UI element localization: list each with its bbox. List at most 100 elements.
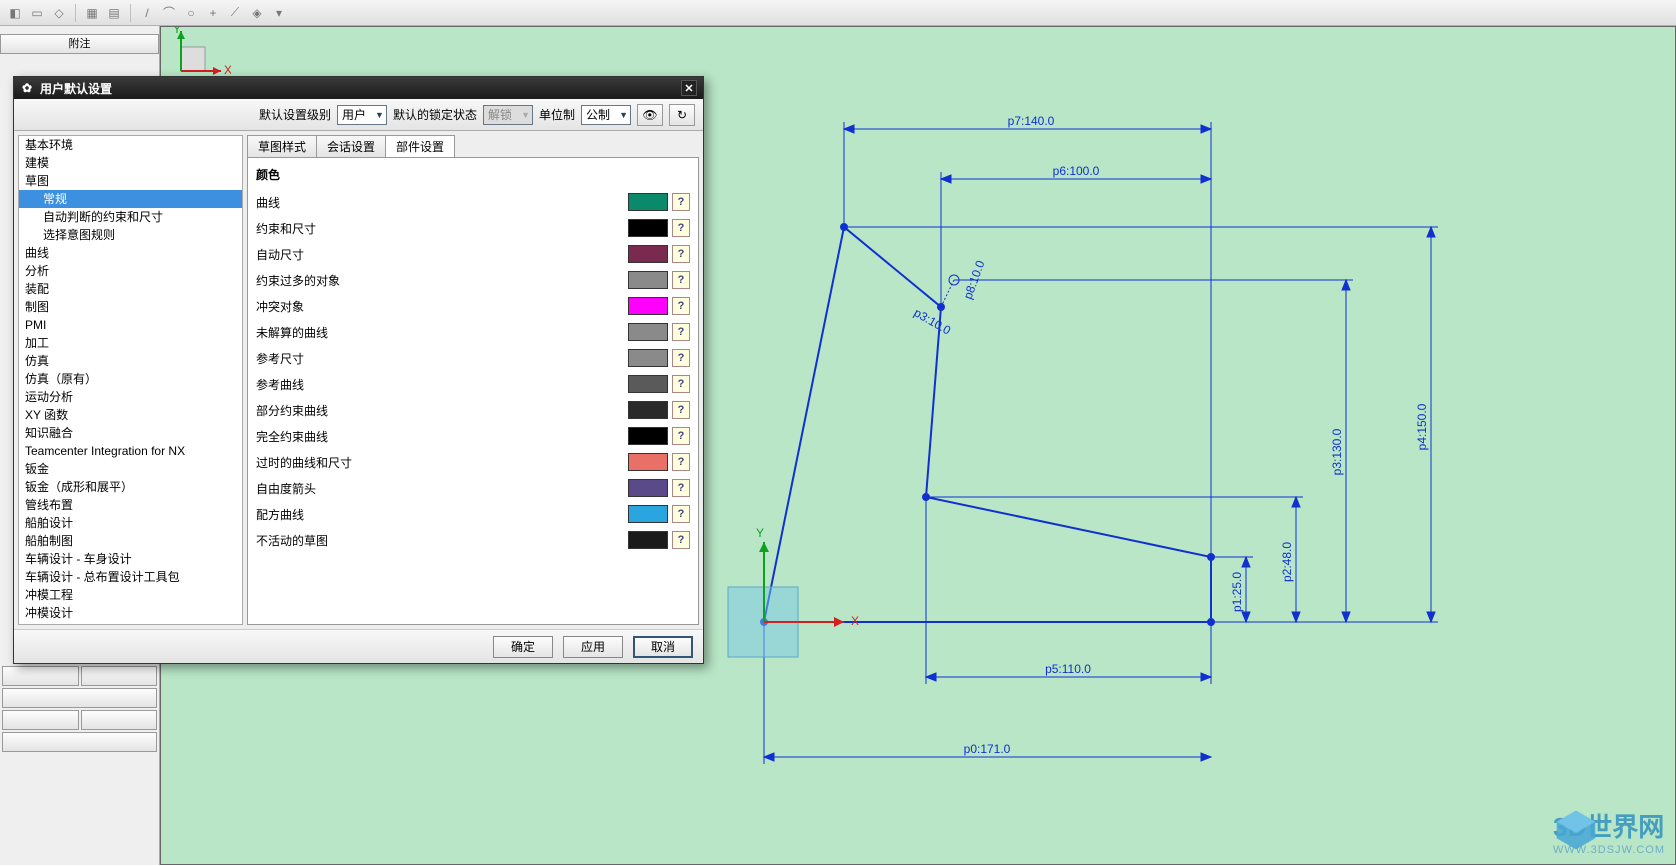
color-swatch[interactable] xyxy=(628,271,668,289)
tree-node[interactable]: 选择意图规则 xyxy=(19,226,242,244)
ok-button[interactable]: 确定 xyxy=(493,636,553,658)
help-icon[interactable]: ? xyxy=(672,531,690,549)
tree-node[interactable]: 冲模工程 xyxy=(19,586,242,604)
dim-p4: p4:150.0 xyxy=(1415,403,1429,450)
tree-node[interactable]: 管线布置 xyxy=(19,496,242,514)
toolbar-icon[interactable]: ◇ xyxy=(50,4,68,22)
help-icon[interactable]: ? xyxy=(672,375,690,393)
color-row: 冲突对象? xyxy=(256,293,690,319)
tree-node[interactable]: 基本环境 xyxy=(19,136,242,154)
settings-tab[interactable]: 草图样式 xyxy=(247,135,317,157)
panel-btn[interactable] xyxy=(2,710,79,730)
tree-node[interactable]: 船舶设计 xyxy=(19,514,242,532)
tree-node[interactable]: 仿真（原有） xyxy=(19,370,242,388)
level-select[interactable]: 用户 xyxy=(337,105,387,125)
color-swatch[interactable] xyxy=(628,245,668,263)
tree-node[interactable]: 钣金（成形和展平） xyxy=(19,478,242,496)
color-swatch[interactable] xyxy=(628,323,668,341)
help-icon[interactable]: ? xyxy=(672,219,690,237)
tree-node[interactable]: Teamcenter Integration for NX xyxy=(19,442,242,460)
color-swatch[interactable] xyxy=(628,401,668,419)
toolbar-icon[interactable]: ▦ xyxy=(83,4,101,22)
color-row: 约束和尺寸? xyxy=(256,215,690,241)
toolbar-icon[interactable]: ▾ xyxy=(270,4,288,22)
color-swatch[interactable] xyxy=(628,453,668,471)
tree-node[interactable]: 曲线 xyxy=(19,244,242,262)
color-swatch[interactable] xyxy=(628,505,668,523)
apply-button[interactable]: 应用 xyxy=(563,636,623,658)
tree-node[interactable]: 仿真 xyxy=(19,352,242,370)
toolbar-icon[interactable]: ○ xyxy=(182,4,200,22)
color-swatch[interactable] xyxy=(628,349,668,367)
toolbar-icon[interactable]: ◈ xyxy=(248,4,266,22)
category-tree[interactable]: 基本环境建模草图常规自动判断的约束和尺寸选择意图规则曲线分析装配制图PMI加工仿… xyxy=(18,135,243,625)
svg-text:Y: Y xyxy=(173,27,181,36)
help-icon[interactable]: ? xyxy=(672,349,690,367)
color-swatch[interactable] xyxy=(628,531,668,549)
color-label: 约束过多的对象 xyxy=(256,272,628,289)
tree-node[interactable]: 草图 xyxy=(19,172,242,190)
tree-node[interactable]: 加工 xyxy=(19,334,242,352)
tree-node[interactable]: 制图 xyxy=(19,298,242,316)
resource-tab[interactable]: 附注 xyxy=(0,34,159,54)
help-icon[interactable]: ? xyxy=(672,479,690,497)
toolbar-icon[interactable]: ▤ xyxy=(105,4,123,22)
tree-node[interactable]: 运动分析 xyxy=(19,388,242,406)
help-icon[interactable]: ? xyxy=(672,193,690,211)
help-icon[interactable]: ? xyxy=(672,245,690,263)
unit-select[interactable]: 公制 xyxy=(581,105,631,125)
color-swatch[interactable] xyxy=(628,375,668,393)
help-icon[interactable]: ? xyxy=(672,505,690,523)
dialog-titlebar[interactable]: ✿ 用户默认设置 ✕ xyxy=(14,77,703,99)
panel-btn[interactable] xyxy=(81,666,158,686)
close-icon[interactable]: ✕ xyxy=(681,80,697,96)
tree-node[interactable]: XY 函数 xyxy=(19,406,242,424)
toolbar-icon[interactable]: ⌒ xyxy=(160,4,178,22)
color-swatch[interactable] xyxy=(628,479,668,497)
help-icon[interactable]: ? xyxy=(672,453,690,471)
tree-node[interactable]: 车辆设计 - 车身设计 xyxy=(19,550,242,568)
toolbar-icon-btn[interactable]: ↻ xyxy=(669,104,695,126)
dialog-toolbar: 默认设置级别 用户 默认的锁定状态 解锁 单位制 公制 👁 ↻ xyxy=(14,99,703,131)
panel-btn[interactable] xyxy=(2,732,157,752)
tree-node[interactable]: 知识融合 xyxy=(19,424,242,442)
user-defaults-dialog: ✿ 用户默认设置 ✕ 默认设置级别 用户 默认的锁定状态 解锁 单位制 公制 👁… xyxy=(13,76,704,664)
help-icon[interactable]: ? xyxy=(672,297,690,315)
tree-node[interactable]: 自动判断的约束和尺寸 xyxy=(19,208,242,226)
dialog-footer: 确定 应用 取消 xyxy=(14,629,703,663)
color-swatch[interactable] xyxy=(628,427,668,445)
toolbar-icon-btn[interactable]: 👁 xyxy=(637,104,663,126)
toolbar-icon[interactable]: / xyxy=(138,4,156,22)
tree-node[interactable]: 冲模设计 xyxy=(19,604,242,622)
tree-node[interactable]: PMI xyxy=(19,316,242,334)
tree-node[interactable]: 车辆设计 - 总布置设计工具包 xyxy=(19,568,242,586)
toolbar-icon[interactable]: ◧ xyxy=(6,4,24,22)
help-icon[interactable]: ? xyxy=(672,271,690,289)
help-icon[interactable]: ? xyxy=(672,323,690,341)
color-swatch[interactable] xyxy=(628,219,668,237)
tree-node[interactable]: 建模 xyxy=(19,154,242,172)
tree-node[interactable]: 装配 xyxy=(19,280,242,298)
settings-tab[interactable]: 会话设置 xyxy=(316,135,386,157)
color-swatch[interactable] xyxy=(628,193,668,211)
help-icon[interactable]: ? xyxy=(672,427,690,445)
unit-label: 单位制 xyxy=(539,106,575,123)
tree-node[interactable]: 分析 xyxy=(19,262,242,280)
toolbar-icon[interactable]: ▭ xyxy=(28,4,46,22)
toolbar-icon[interactable]: + xyxy=(204,4,222,22)
color-row: 自动尺寸? xyxy=(256,241,690,267)
tree-node[interactable]: 钣金 xyxy=(19,460,242,478)
toolbar-icon[interactable]: ⟋ xyxy=(226,4,244,22)
tree-node[interactable]: 船舶制图 xyxy=(19,532,242,550)
tree-node[interactable]: 常规 xyxy=(19,190,242,208)
panel-btn[interactable] xyxy=(2,666,79,686)
settings-tab[interactable]: 部件设置 xyxy=(385,135,455,157)
cancel-button[interactable]: 取消 xyxy=(633,636,693,658)
color-swatch[interactable] xyxy=(628,297,668,315)
panel-btn[interactable] xyxy=(81,710,158,730)
help-icon[interactable]: ? xyxy=(672,401,690,419)
panel-btn[interactable] xyxy=(2,688,157,708)
color-label: 自由度箭头 xyxy=(256,480,628,497)
dim-p3b: p3:10.0 xyxy=(912,305,954,337)
color-row: 参考尺寸? xyxy=(256,345,690,371)
